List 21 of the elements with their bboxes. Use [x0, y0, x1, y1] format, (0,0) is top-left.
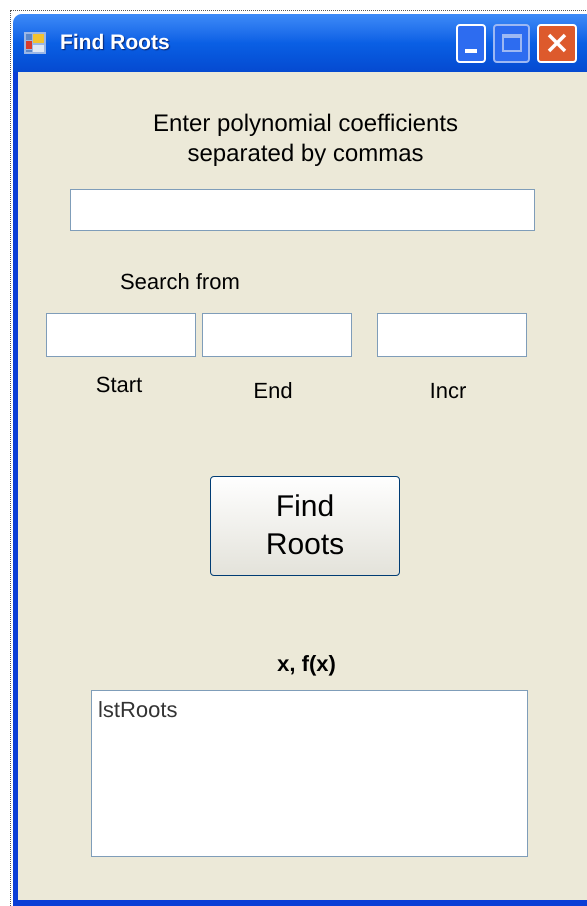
- close-icon: [546, 32, 568, 54]
- roots-listbox[interactable]: lstRoots: [91, 690, 528, 857]
- list-item[interactable]: lstRoots: [98, 697, 178, 723]
- results-header: x, f(x): [277, 651, 336, 677]
- search-from-label: Search from: [120, 269, 240, 295]
- find-roots-button[interactable]: Find Roots: [210, 476, 400, 576]
- range-field[interactable]: [377, 313, 527, 357]
- app-icon: [23, 31, 47, 55]
- range-label: Incr: [430, 378, 466, 404]
- minimize-button[interactable]: [456, 24, 486, 62]
- prompt-text: Enter polynomial coefficients separated by commas: [152, 109, 460, 169]
- range-field[interactable]: [46, 313, 196, 357]
- maximize-icon: [502, 34, 522, 52]
- range-field[interactable]: [202, 313, 352, 357]
- minimize-icon: [465, 48, 477, 52]
- close-button[interactable]: [537, 24, 577, 62]
- coefficients-field[interactable]: [70, 189, 535, 231]
- range-label: End: [253, 378, 293, 404]
- window-title: Find Roots: [60, 30, 170, 56]
- range-label: Start: [96, 372, 142, 398]
- maximize-button[interactable]: [493, 24, 530, 62]
